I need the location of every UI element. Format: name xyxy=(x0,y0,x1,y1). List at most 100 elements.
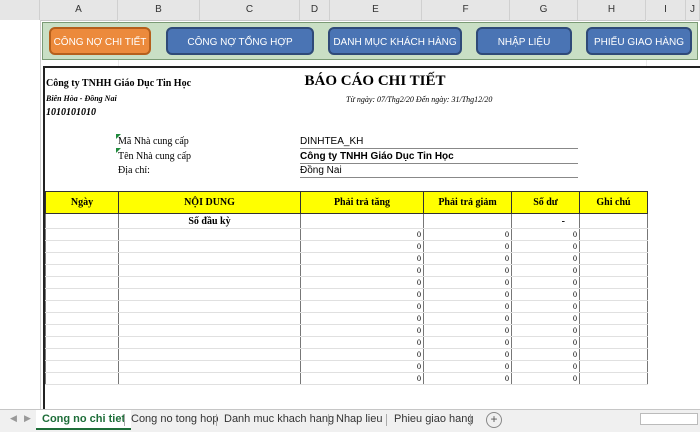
sheet-tab-cong-no-chi-tiet[interactable]: Cong no chi tiet xyxy=(36,410,132,430)
danh-muc-khach-hang-button[interactable]: DANH MỤC KHÁCH HÀNG xyxy=(328,27,462,55)
column-header-h[interactable]: H xyxy=(578,0,646,20)
table-cell[interactable] xyxy=(118,228,301,241)
table-cell[interactable] xyxy=(45,228,119,241)
table-cell[interactable] xyxy=(579,300,648,313)
table-cell[interactable] xyxy=(118,372,301,385)
table-cell[interactable] xyxy=(579,348,648,361)
table-cell[interactable] xyxy=(45,348,119,361)
header-payable-increase[interactable]: Phải trả tăng xyxy=(300,191,424,214)
payable-decrease-cell[interactable]: 0 xyxy=(423,336,512,349)
scroll-tabs-right-icon[interactable]: ▶ xyxy=(24,413,31,424)
balance-cell[interactable]: 0 xyxy=(511,228,580,241)
header-content[interactable]: NỘI DUNG xyxy=(118,191,301,214)
table-cell[interactable] xyxy=(118,240,301,253)
column-header-e[interactable]: E xyxy=(330,0,422,20)
balance-cell[interactable]: 0 xyxy=(511,300,580,313)
payable-increase-cell[interactable]: 0 xyxy=(300,228,424,241)
supplier-name-value[interactable]: Công ty TNHH Giáo Dục Tin Học xyxy=(300,151,454,162)
balance-cell[interactable]: 0 xyxy=(511,288,580,301)
header-balance[interactable]: Số dư xyxy=(511,191,580,214)
table-cell[interactable] xyxy=(45,276,119,289)
balance-cell[interactable]: 0 xyxy=(511,336,580,349)
payable-decrease-cell[interactable]: 0 xyxy=(423,312,512,325)
payable-decrease-cell[interactable]: 0 xyxy=(423,276,512,289)
table-cell[interactable] xyxy=(579,240,648,253)
payable-increase-cell[interactable]: 0 xyxy=(300,372,424,385)
balance-cell[interactable]: 0 xyxy=(511,360,580,373)
column-header-f[interactable]: F xyxy=(422,0,510,20)
table-cell[interactable] xyxy=(423,213,512,229)
sheet-tab-nhap-lieu[interactable]: Nhap lieu xyxy=(330,410,388,430)
table-cell[interactable] xyxy=(579,324,648,337)
scroll-tabs-left-icon[interactable]: ◀ xyxy=(10,413,17,424)
balance-cell[interactable]: 0 xyxy=(511,264,580,277)
table-cell[interactable] xyxy=(118,336,301,349)
cong-no-tong-hop-button[interactable]: CÔNG NỢ TỔNG HỢP xyxy=(166,27,314,55)
payable-increase-cell[interactable]: 0 xyxy=(300,276,424,289)
balance-cell[interactable]: 0 xyxy=(511,372,580,385)
nhap-lieu-button[interactable]: NHẬP LIỆU xyxy=(476,27,572,55)
table-cell[interactable] xyxy=(45,213,119,229)
table-cell[interactable] xyxy=(45,300,119,313)
payable-increase-cell[interactable]: 0 xyxy=(300,336,424,349)
payable-decrease-cell[interactable]: 0 xyxy=(423,288,512,301)
table-cell[interactable] xyxy=(579,228,648,241)
table-cell[interactable] xyxy=(579,213,648,229)
table-cell[interactable] xyxy=(300,213,424,229)
column-header-j[interactable]: J xyxy=(686,0,700,20)
payable-increase-cell[interactable]: 0 xyxy=(300,264,424,277)
payable-decrease-cell[interactable]: 0 xyxy=(423,324,512,337)
table-cell[interactable] xyxy=(118,264,301,277)
supplier-code-value[interactable]: DINHTEA_KH xyxy=(300,136,363,147)
payable-increase-cell[interactable]: 0 xyxy=(300,300,424,313)
balance-cell[interactable]: 0 xyxy=(511,240,580,253)
column-header-b[interactable]: B xyxy=(118,0,200,20)
table-cell[interactable] xyxy=(579,288,648,301)
balance-cell[interactable]: 0 xyxy=(511,276,580,289)
table-cell[interactable] xyxy=(45,264,119,277)
balance-cell[interactable]: 0 xyxy=(511,348,580,361)
table-cell[interactable] xyxy=(579,360,648,373)
select-all-corner[interactable] xyxy=(0,0,40,20)
payable-decrease-cell[interactable]: 0 xyxy=(423,252,512,265)
table-cell[interactable] xyxy=(45,360,119,373)
add-sheet-icon[interactable]: + xyxy=(486,412,502,428)
payable-increase-cell[interactable]: 0 xyxy=(300,324,424,337)
payable-increase-cell[interactable]: 0 xyxy=(300,312,424,325)
table-cell[interactable] xyxy=(45,312,119,325)
header-payable-decrease[interactable]: Phải trả giảm xyxy=(423,191,512,214)
opening-balance-value[interactable]: - xyxy=(511,213,580,229)
supplier-address-value[interactable]: Đồng Nai xyxy=(300,165,342,176)
payable-decrease-cell[interactable]: 0 xyxy=(423,264,512,277)
table-cell[interactable] xyxy=(579,312,648,325)
table-cell[interactable] xyxy=(118,252,301,265)
table-cell[interactable] xyxy=(579,276,648,289)
phieu-giao-hang-button[interactable]: PHIẾU GIAO HÀNG xyxy=(586,27,692,55)
sheet-tab-cong-no-tong-hop[interactable]: Cong no tong hop xyxy=(125,410,224,430)
table-cell[interactable] xyxy=(579,264,648,277)
table-cell[interactable] xyxy=(45,336,119,349)
payable-decrease-cell[interactable]: 0 xyxy=(423,348,512,361)
table-cell[interactable] xyxy=(118,348,301,361)
row-header-strip[interactable] xyxy=(0,20,41,409)
column-header-g[interactable]: G xyxy=(510,0,578,20)
payable-increase-cell[interactable]: 0 xyxy=(300,240,424,253)
table-cell[interactable] xyxy=(118,276,301,289)
sheet-tab-danh-muc-khach-hang[interactable]: Danh muc khach hang xyxy=(218,410,340,430)
column-header-i[interactable]: I xyxy=(646,0,686,20)
table-cell[interactable] xyxy=(118,312,301,325)
table-cell[interactable] xyxy=(45,240,119,253)
payable-increase-cell[interactable]: 0 xyxy=(300,252,424,265)
table-cell[interactable] xyxy=(579,252,648,265)
table-cell[interactable] xyxy=(118,288,301,301)
table-cell[interactable] xyxy=(579,336,648,349)
payable-decrease-cell[interactable]: 0 xyxy=(423,228,512,241)
table-cell[interactable] xyxy=(45,288,119,301)
table-cell[interactable] xyxy=(45,324,119,337)
column-header-c[interactable]: C xyxy=(200,0,300,20)
horizontal-scrollbar[interactable] xyxy=(640,413,698,425)
payable-decrease-cell[interactable]: 0 xyxy=(423,360,512,373)
payable-increase-cell[interactable]: 0 xyxy=(300,288,424,301)
balance-cell[interactable]: 0 xyxy=(511,312,580,325)
table-cell[interactable] xyxy=(118,300,301,313)
